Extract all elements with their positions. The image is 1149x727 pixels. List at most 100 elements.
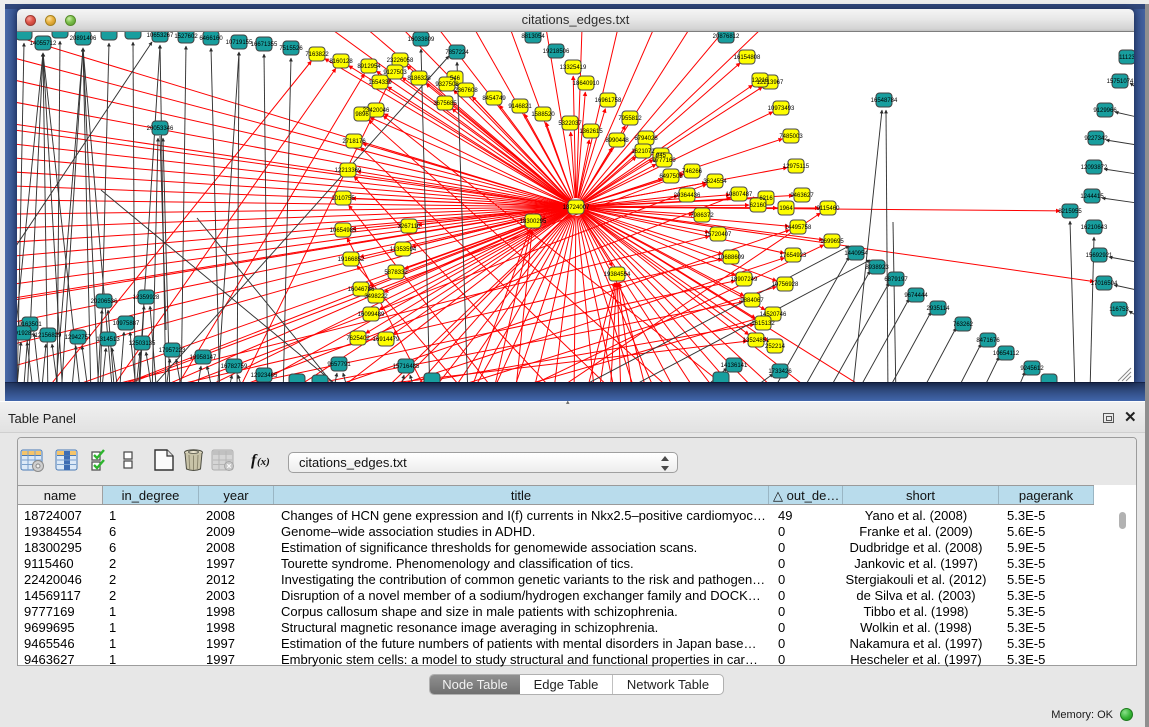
svg-text:17654923: 17654923 [780,253,807,259]
svg-text:9674444: 9674444 [904,293,928,299]
svg-text:8186328: 8186328 [407,76,431,82]
svg-text:15692921: 15692921 [1086,253,1113,259]
svg-text:10975887: 10975887 [113,321,140,327]
svg-text:23226058: 23226058 [387,58,414,64]
svg-text:9163501: 9163501 [18,322,42,328]
svg-text:9245612: 9245612 [1020,366,1044,372]
svg-text:20891406: 20891406 [70,36,97,42]
svg-text:18640910: 18640910 [573,81,600,87]
svg-text:8160128: 8160128 [329,59,353,65]
svg-text:9657791: 9657791 [327,362,351,368]
svg-text:16961758: 16961758 [595,98,622,104]
svg-text:9884067: 9884067 [740,298,764,304]
svg-text:10719155: 10719155 [226,40,253,46]
svg-text:1244415: 1244415 [1080,194,1104,200]
svg-text:12216: 12216 [752,78,769,84]
svg-text:62160: 62160 [750,203,767,209]
svg-text:12503135: 12503135 [129,341,156,347]
svg-text:16671355: 16671355 [251,42,278,48]
svg-text:8990448: 8990448 [605,138,629,144]
svg-text:10973493: 10973493 [768,106,795,112]
svg-text:2718176: 2718176 [342,139,366,145]
svg-text:15716485: 15716485 [393,364,420,370]
svg-text:20053346: 20053346 [147,126,174,132]
svg-text:763262: 763262 [953,322,974,328]
svg-text:12942757: 12942757 [65,335,92,341]
svg-text:9146821: 9146821 [508,104,532,110]
svg-text:3624554: 3624554 [703,179,727,185]
svg-text:7163822: 7163822 [305,52,329,58]
svg-text:10654112: 10654112 [993,351,1020,357]
svg-text:1362615: 1362615 [579,129,603,135]
svg-text:14520746: 14520746 [760,312,787,318]
svg-text:12093872: 12093872 [1081,165,1108,171]
svg-text:16046786: 16046786 [348,287,375,293]
svg-text:3919282: 3919282 [17,331,35,337]
svg-text:14136141: 14136141 [721,363,748,369]
svg-text:1964: 1964 [779,206,793,212]
svg-text:10653267: 10653267 [147,33,174,39]
svg-text:1527602: 1527602 [174,34,198,40]
svg-text:7857224: 7857224 [445,50,469,56]
svg-text:14055712: 14055712 [30,41,57,47]
svg-text:19218506: 19218506 [543,49,570,55]
svg-text:8813054: 8813054 [521,34,545,40]
svg-text:20206536: 20206536 [91,299,118,305]
svg-text:10688609: 10688609 [718,255,745,261]
svg-text:12156829: 12156829 [35,333,62,339]
svg-text:6497508: 6497508 [659,174,683,180]
svg-text:8912954: 8912954 [357,64,381,70]
svg-text:2935114: 2935114 [927,306,951,312]
svg-text:12213369: 12213369 [335,168,362,174]
svg-text:14495758: 14495758 [785,225,812,231]
svg-text:3675685: 3675685 [433,101,457,107]
svg-text:10958147: 10958147 [190,355,217,361]
svg-text:7515526: 7515526 [279,46,303,52]
svg-text:13325419: 13325419 [560,65,587,71]
svg-text:2367608: 2367608 [454,88,478,94]
svg-text:1314513: 1314513 [96,337,120,343]
svg-text:10654985: 10654985 [330,228,357,234]
svg-text:18300295: 18300295 [520,219,547,225]
svg-text:16033809: 16033809 [408,37,435,43]
svg-text:7955812: 7955812 [618,116,642,122]
svg-text:15751074: 15751074 [1107,79,1134,85]
svg-text:9777169: 9777169 [652,158,676,164]
svg-text:6879197: 6879197 [884,277,908,283]
svg-text:1621072: 1621072 [631,149,655,155]
svg-text:16210643: 16210643 [1081,225,1108,231]
svg-text:9463627: 9463627 [790,193,814,199]
svg-text:10807487: 10807487 [726,192,753,198]
svg-text:9127503: 9127503 [383,70,407,76]
svg-text:1010755: 1010755 [331,196,355,202]
svg-text:17016504: 17016504 [1091,281,1118,287]
svg-text:6216: 6216 [759,196,773,202]
svg-text:20876812: 20876812 [713,34,740,40]
svg-text:11123: 11123 [1119,55,1134,61]
svg-text:16782759: 16782759 [221,364,248,370]
svg-text:8471676: 8471676 [976,338,1000,344]
svg-text:8215955: 8215955 [1058,209,1082,215]
svg-text:19384554: 19384554 [604,272,631,278]
svg-text:17957223: 17957223 [159,348,186,354]
svg-text:19166852: 19166852 [338,257,365,263]
svg-text:746266: 746266 [682,169,703,175]
svg-text:16548784: 16548784 [871,98,898,104]
svg-text:11353594: 11353594 [390,247,417,253]
svg-text:3267110: 3267110 [398,224,422,230]
svg-text:16914479: 16914479 [373,337,400,343]
svg-text:18907249: 18907249 [731,277,758,283]
svg-text:1654339: 1654339 [368,80,392,86]
svg-text:252214: 252214 [765,344,786,350]
svg-text:5878332: 5878332 [384,270,408,276]
svg-text:9699695: 9699695 [820,239,844,245]
svg-text:7625402: 7625402 [346,336,370,342]
svg-text:12359928: 12359928 [133,295,160,301]
svg-text:15720407: 15720407 [705,232,732,238]
svg-text:9115460: 9115460 [817,206,841,212]
svg-text:1615132: 1615132 [751,321,775,327]
svg-text:5322037: 5322037 [558,121,582,127]
svg-text:3498222: 3498222 [364,294,388,300]
svg-text:10756928: 10756928 [772,282,799,288]
svg-text:1440954: 1440954 [844,251,868,257]
